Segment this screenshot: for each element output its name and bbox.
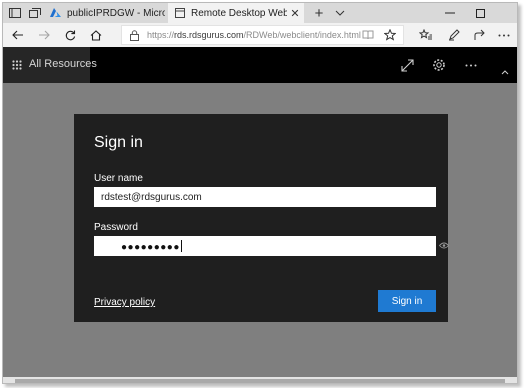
grid-icon xyxy=(12,60,22,70)
sign-in-dialog: Sign in User name Password ●●●●●●●●● Pri… xyxy=(74,114,449,322)
privacy-policy-link[interactable]: Privacy policy xyxy=(94,297,155,308)
tab-title: publicIPRDGW - Microsoft xyxy=(67,7,165,19)
url-text: https://rds.rdsgurus.com/RDWeb/webclient… xyxy=(147,30,361,40)
chevron-down-icon[interactable] xyxy=(330,3,350,23)
pen-icon[interactable] xyxy=(443,23,465,47)
gear-icon[interactable] xyxy=(432,58,446,72)
page-icon xyxy=(175,8,185,18)
azure-icon xyxy=(50,8,61,18)
expand-icon[interactable] xyxy=(401,59,414,72)
tab-public-ip[interactable]: publicIPRDGW - Microsoft xyxy=(47,3,165,23)
all-resources-label: All Resources xyxy=(29,58,97,70)
maximize-icon[interactable] xyxy=(465,3,495,23)
minimize-icon[interactable] xyxy=(435,3,465,23)
password-label: Password xyxy=(94,222,138,233)
star-icon[interactable] xyxy=(379,23,401,47)
username-field[interactable] xyxy=(94,187,436,207)
favorites-icon[interactable] xyxy=(415,23,437,47)
tab-strip: publicIPRDGW - Microsoft Remote Desktop … xyxy=(3,3,517,23)
password-mask: ●●●●●●●●● xyxy=(121,240,182,253)
reading-view-icon[interactable] xyxy=(357,23,379,47)
tab-switch-icon[interactable] xyxy=(25,3,45,23)
tab-title: Remote Desktop Web ( xyxy=(191,7,295,19)
scrollbar-thumb[interactable] xyxy=(15,379,505,383)
sign-in-button[interactable]: Sign in xyxy=(378,290,436,312)
more-icon[interactable] xyxy=(493,23,515,47)
all-resources-button[interactable]: All Resources xyxy=(3,47,97,83)
horizontal-scrollbar[interactable] xyxy=(3,377,517,383)
reveal-password-icon[interactable] xyxy=(439,242,449,249)
browser-window: publicIPRDGW - Microsoft Remote Desktop … xyxy=(2,2,518,384)
username-label: User name xyxy=(94,173,143,184)
close-icon[interactable]: ✕ xyxy=(287,3,303,23)
app-bar: All Resources xyxy=(3,47,517,83)
refresh-icon[interactable] xyxy=(59,23,81,47)
share-icon[interactable] xyxy=(469,23,491,47)
lock-icon xyxy=(130,30,139,41)
new-tab-icon[interactable]: + xyxy=(308,3,330,23)
tab-list-icon[interactable] xyxy=(5,3,25,23)
home-icon[interactable] xyxy=(85,23,107,47)
dialog-title: Sign in xyxy=(94,134,143,151)
password-field[interactable]: ●●●●●●●●● xyxy=(94,236,449,256)
collapse-chevron-icon[interactable] xyxy=(501,70,509,75)
navigation-bar: https://rds.rdsgurus.com/RDWeb/webclient… xyxy=(3,23,517,47)
forward-arrow-icon[interactable] xyxy=(33,23,55,47)
ellipsis-icon[interactable] xyxy=(465,64,477,67)
back-arrow-icon[interactable] xyxy=(7,23,29,47)
tab-remote-desktop[interactable]: Remote Desktop Web ( xyxy=(168,3,304,23)
